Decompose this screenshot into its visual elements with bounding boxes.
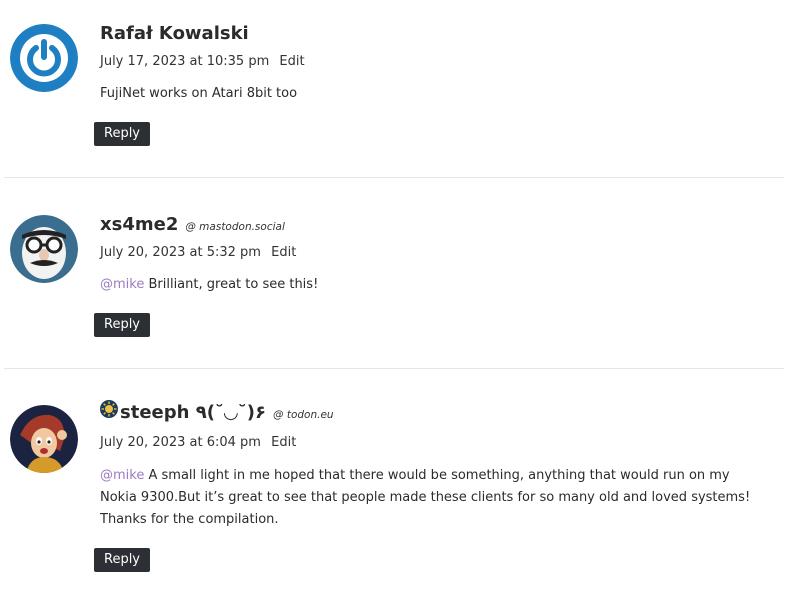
edit-link[interactable]: Edit	[271, 245, 296, 260]
divider	[4, 368, 784, 369]
edit-link[interactable]: Edit	[271, 435, 296, 450]
comment-body: FujiNet works on Atari 8bit too	[100, 86, 298, 101]
comment-text: @mike A small light in me hoped that the…	[100, 465, 760, 531]
comment-body: Brilliant, great to see this!	[144, 277, 319, 292]
comment-meta: July 20, 2023 at 5:32 pm Edit	[100, 245, 296, 260]
sun-icon	[100, 400, 118, 418]
author-name[interactable]: xs4me2	[100, 214, 178, 235]
author-name[interactable]: steeph ٩(˘◡˘)۶	[120, 402, 266, 423]
groucho-glasses-icon	[10, 215, 78, 283]
edit-link[interactable]: Edit	[279, 54, 304, 69]
mention-link[interactable]: @mike	[100, 277, 144, 292]
comment-date[interactable]: July 20, 2023 at 5:32 pm	[100, 245, 261, 260]
reply-button[interactable]: Reply	[94, 122, 151, 146]
avatar[interactable]	[10, 405, 78, 473]
comment-meta: July 20, 2023 at 6:04 pm Edit	[100, 435, 296, 450]
comment-author-line: Rafał Kowalski	[100, 23, 249, 44]
comment-date[interactable]: July 20, 2023 at 6:04 pm	[100, 435, 261, 450]
comment-text: FujiNet works on Atari 8bit too	[100, 83, 760, 105]
reply-button[interactable]: Reply	[94, 548, 151, 572]
comment-author-line: steeph ٩(˘◡˘)۶ @ todon.eu	[100, 400, 334, 423]
comment-date[interactable]: July 17, 2023 at 10:35 pm	[100, 54, 269, 69]
comment-text: @mike Brilliant, great to see this!	[100, 274, 760, 296]
instance-label: @ todon.eu	[273, 409, 334, 421]
comment-body: A small light in me hoped that there wou…	[100, 468, 751, 527]
comment-author-line: xs4me2 @ mastodon.social	[100, 214, 285, 235]
power-icon	[10, 24, 78, 92]
avatar[interactable]	[10, 24, 78, 92]
avatar[interactable]	[10, 215, 78, 283]
cartoon-portrait-icon	[10, 405, 78, 473]
instance-label: @ mastodon.social	[185, 221, 285, 233]
reply-button[interactable]: Reply	[94, 313, 151, 337]
comment-meta: July 17, 2023 at 10:35 pm Edit	[100, 54, 305, 69]
mention-link[interactable]: @mike	[100, 468, 144, 483]
divider	[4, 177, 784, 178]
author-name[interactable]: Rafał Kowalski	[100, 23, 249, 44]
